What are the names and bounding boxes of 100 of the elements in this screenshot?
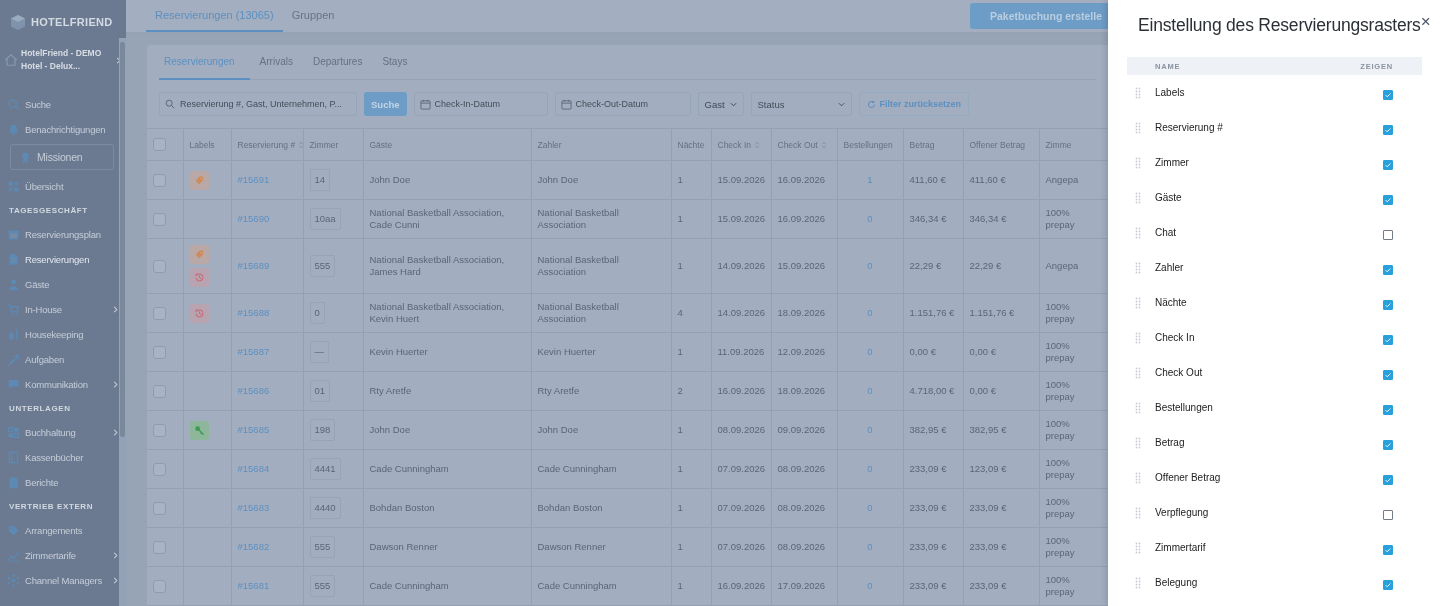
drag-handle-icon[interactable] [1135, 576, 1141, 589]
checkbox[interactable] [1383, 299, 1393, 310]
reservation-link[interactable]: #15691 [237, 174, 270, 185]
menu-item[interactable]: In-House [0, 297, 120, 322]
reservation-link[interactable]: #15682 [237, 541, 270, 552]
reservation-link[interactable]: #15683 [237, 502, 270, 513]
reservation-link[interactable]: #15684 [237, 463, 270, 474]
date-field[interactable]: Check-In-Datum [413, 92, 548, 116]
tab[interactable]: Reservierungen (13065) [146, 0, 283, 32]
hotel-selector[interactable]: HotelFriend - DEMO Hotel - Delux... [21, 47, 112, 73]
reservation-link[interactable]: #15686 [237, 385, 270, 396]
checkbox[interactable] [1383, 439, 1393, 450]
checkbox[interactable] [1383, 264, 1393, 275]
table-cell: 15.09.2026 [777, 260, 826, 271]
table-cell-text: 100% prepay [1045, 379, 1076, 403]
checkbox[interactable] [153, 384, 166, 398]
drag-handle-icon[interactable] [1135, 401, 1141, 414]
tab[interactable]: Stays [372, 45, 418, 80]
reservation-link[interactable]: #15688 [237, 307, 270, 318]
close-button[interactable]: × [1420, 15, 1431, 29]
checkbox[interactable] [1383, 544, 1393, 555]
drag-handle-icon[interactable] [1135, 261, 1141, 274]
checkbox[interactable] [1383, 159, 1393, 170]
reservation-link[interactable]: #15681 [237, 580, 270, 591]
drag-handle-icon[interactable] [1135, 471, 1141, 484]
checkbox[interactable] [153, 501, 166, 515]
checkbox[interactable] [1383, 334, 1393, 345]
key-icon [189, 420, 209, 440]
table-cell: 233,09 € [909, 502, 947, 513]
drag-handle-icon[interactable] [1135, 296, 1141, 309]
menu-item[interactable]: Reservierungsplan [0, 222, 120, 247]
drag-handle-icon[interactable] [1135, 436, 1141, 449]
column-header: Offener Betrag [963, 128, 1039, 161]
checkbox[interactable] [153, 462, 166, 476]
table-cell: 346,34 € [969, 213, 1007, 224]
checkbox[interactable] [1383, 194, 1393, 205]
menu-item[interactable]: Arrangements [0, 518, 120, 543]
drag-handle-icon[interactable] [1135, 86, 1141, 99]
missions-button[interactable]: Missionen [10, 144, 114, 170]
checkbox[interactable] [1383, 89, 1393, 100]
checkbox[interactable] [153, 173, 166, 187]
reset-filters-button[interactable]: Filter zurücksetzen [858, 92, 970, 116]
search-icon [165, 99, 175, 109]
menu-item[interactable]: Housekeeping [0, 322, 120, 347]
column-name: Gäste [1155, 192, 1182, 203]
checkbox[interactable] [153, 306, 166, 320]
menu-item[interactable]: Buchhaltung [0, 420, 120, 445]
checkbox[interactable] [1383, 229, 1393, 240]
drag-handle-icon[interactable] [1135, 191, 1141, 204]
menu-item[interactable]: Kassenbücher [0, 445, 120, 470]
checkbox[interactable] [1383, 579, 1393, 590]
checkbox[interactable] [1383, 404, 1393, 415]
section-heading: VERTRIEB EXTERN [8, 501, 95, 513]
chevron-right-icon [112, 552, 119, 559]
search-field[interactable]: Reservierung #, Gast, Unternehmen, P... [159, 92, 357, 116]
checkbox[interactable] [153, 579, 166, 593]
orders-link[interactable]: 0 [843, 260, 897, 272]
tab[interactable]: Reservierungen [159, 45, 250, 80]
tab[interactable]: Departures [302, 45, 373, 80]
tab[interactable]: Arrivals [249, 45, 303, 80]
column-name: Check Out [1155, 367, 1203, 378]
checkbox[interactable] [153, 423, 166, 437]
menu-item[interactable]: Channel Managers [0, 568, 120, 593]
reservation-link[interactable]: #15689 [237, 260, 270, 271]
drag-handle-icon[interactable] [1135, 226, 1141, 239]
guest-dropdown[interactable]: Gast [697, 92, 744, 116]
drag-handle-icon[interactable] [1135, 121, 1141, 134]
drag-handle-icon[interactable] [1135, 156, 1141, 169]
menu-item[interactable]: Übersicht [0, 174, 120, 199]
checkbox[interactable] [1383, 369, 1393, 380]
menu-item[interactable]: Berichte [0, 470, 120, 495]
checkbox[interactable] [1383, 509, 1393, 520]
checkbox[interactable] [153, 540, 166, 554]
menu-item[interactable]: Reservierungen [0, 247, 120, 272]
reservation-link[interactable]: #15690 [237, 213, 270, 224]
drag-handle-icon[interactable] [1135, 541, 1141, 554]
menu-item[interactable]: Gäste [0, 272, 120, 297]
search-button[interactable]: Suche [364, 92, 407, 116]
menu-item[interactable]: Kommunikation [0, 372, 120, 397]
create-package-button[interactable]: Paketbuchung erstelle [969, 3, 1108, 29]
scrollbar[interactable] [119, 38, 126, 606]
drag-handle-icon[interactable] [1135, 506, 1141, 519]
tab[interactable]: Gruppen [282, 0, 344, 32]
checkbox[interactable] [153, 345, 166, 359]
menu-item[interactable]: Benachrichtigungen [0, 117, 120, 142]
menu-item[interactable]: Suche [0, 92, 120, 117]
reservation-link[interactable]: #15685 [237, 424, 270, 435]
checkbox[interactable] [153, 138, 166, 151]
column-header[interactable]: Reservierung # [231, 128, 303, 161]
status-dropdown[interactable]: Status [750, 92, 852, 116]
reservation-link[interactable]: #15687 [237, 346, 270, 357]
drag-handle-icon[interactable] [1135, 331, 1141, 344]
menu-item[interactable]: Aufgaben [0, 347, 120, 372]
checkbox[interactable] [1383, 124, 1393, 135]
checkbox[interactable] [1383, 474, 1393, 485]
date-field[interactable]: Check-Out-Datum [554, 92, 691, 116]
menu-item[interactable]: Zimmertarife [0, 543, 120, 568]
checkbox[interactable] [153, 212, 166, 226]
checkbox[interactable] [153, 259, 166, 273]
drag-handle-icon[interactable] [1135, 366, 1141, 379]
